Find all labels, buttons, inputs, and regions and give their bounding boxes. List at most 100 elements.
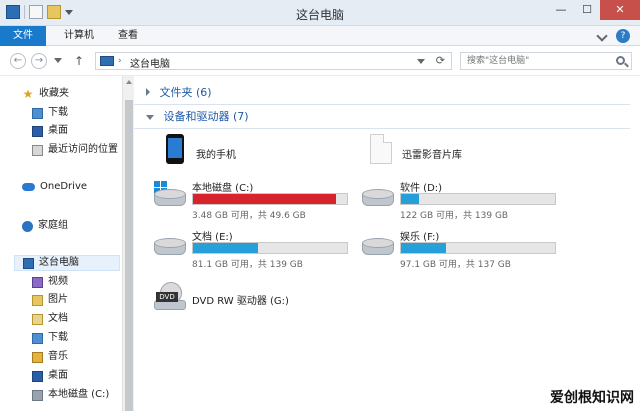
group-title: 设备和驱动器 (7) xyxy=(163,110,249,123)
search-input[interactable] xyxy=(467,53,615,69)
drive-space-info: 81.1 GB 可用，共 139 GB xyxy=(192,260,303,270)
desktop-icon xyxy=(32,125,43,137)
music-folder-icon xyxy=(32,351,43,363)
nav-item-local-disk-c[interactable]: 本地磁盘 (C:) xyxy=(32,387,109,403)
title-bar: 这台电脑 — ☐ ✕ xyxy=(0,0,640,26)
tab-view[interactable]: 查看 xyxy=(106,26,150,46)
recent-locations-dropdown-icon[interactable] xyxy=(54,58,62,63)
breadcrumb-separator[interactable]: › xyxy=(118,56,122,66)
drive-name: 软件 (D:) xyxy=(400,183,443,194)
address-dropdown-icon[interactable] xyxy=(417,59,425,64)
close-button[interactable]: ✕ xyxy=(600,0,640,20)
drive-usage-fill xyxy=(401,194,420,204)
computer-icon xyxy=(100,56,114,66)
desktop-icon xyxy=(32,370,43,382)
refresh-icon[interactable]: ⟳ xyxy=(436,54,445,67)
hard-drive-icon xyxy=(154,238,186,258)
drive-g-dvd[interactable]: DVD DVD RW 驱动器 (G:) xyxy=(154,282,394,310)
search-icon[interactable] xyxy=(616,56,625,65)
nav-item-downloads[interactable]: 下载 xyxy=(32,105,68,121)
nav-item-this-pc[interactable]: 这台电脑 xyxy=(14,255,120,271)
nav-label: 桌面 xyxy=(48,370,68,381)
item-label: DVD RW 驱动器 (G:) xyxy=(192,296,289,307)
nav-item-recent[interactable]: 最近访问的位置 xyxy=(32,142,118,158)
maximize-button[interactable]: ☐ xyxy=(574,0,600,20)
nav-item-desktop-2[interactable]: 桌面 xyxy=(32,368,68,384)
nav-label: 桌面 xyxy=(48,125,68,136)
pictures-folder-icon xyxy=(32,294,43,306)
search-box[interactable] xyxy=(460,52,632,70)
minimize-button[interactable]: — xyxy=(548,0,574,20)
drive-usage-bar xyxy=(400,242,556,254)
nav-item-videos[interactable]: 视频 xyxy=(32,274,68,290)
nav-label: 本地磁盘 (C:) xyxy=(48,389,110,400)
dvd-badge: DVD xyxy=(156,292,178,302)
device-item-phone[interactable]: 我的手机 xyxy=(158,134,358,164)
back-button[interactable]: ← xyxy=(10,53,26,69)
download-folder-icon xyxy=(32,332,43,344)
nav-label: 下载 xyxy=(48,107,68,118)
computer-icon xyxy=(23,257,34,269)
item-label: 迅雷影音片库 xyxy=(402,150,462,161)
help-icon[interactable]: ? xyxy=(616,29,630,43)
drive-e[interactable]: 文档 (E:) 81.1 GB 可用，共 139 GB xyxy=(154,228,374,270)
hard-drive-icon xyxy=(32,389,43,401)
recent-places-icon xyxy=(32,144,43,156)
hard-drive-icon xyxy=(154,181,186,209)
up-button[interactable]: ↑ xyxy=(74,54,84,68)
group-divider xyxy=(134,128,630,129)
scrollbar-thumb[interactable] xyxy=(125,100,133,411)
drive-usage-bar xyxy=(192,193,348,205)
nav-label: 文档 xyxy=(48,313,68,324)
group-header-folders[interactable]: 文件夹 (6) xyxy=(146,84,212,102)
group-divider xyxy=(134,104,630,105)
forward-button[interactable]: → xyxy=(31,53,47,69)
nav-label: 收藏夹 xyxy=(39,88,69,99)
watermark-text: 爱创根知识网 xyxy=(550,390,634,406)
document-icon xyxy=(364,134,396,164)
device-item-thunder-library[interactable]: 迅雷影音片库 xyxy=(364,134,564,164)
nav-item-downloads-2[interactable]: 下载 xyxy=(32,330,68,346)
tab-file[interactable]: 文件 xyxy=(0,26,46,46)
collapsed-arrow-icon[interactable] xyxy=(146,88,150,96)
nav-label: 家庭组 xyxy=(38,220,68,231)
drive-usage-fill xyxy=(401,243,446,253)
breadcrumb[interactable]: 这台电脑 xyxy=(130,55,170,70)
nav-label: OneDrive xyxy=(40,181,88,192)
tab-computer[interactable]: 计算机 xyxy=(52,26,106,46)
navigation-bar: ← → ↑ › 这台电脑 ⟳ xyxy=(0,46,640,76)
drive-c[interactable]: 本地磁盘 (C:) 3.48 GB 可用，共 49.6 GB xyxy=(154,179,374,221)
nav-label: 图片 xyxy=(48,294,68,305)
homegroup-icon xyxy=(22,220,33,232)
nav-item-onedrive[interactable]: OneDrive xyxy=(22,179,87,195)
documents-folder-icon xyxy=(32,313,43,325)
nav-item-desktop[interactable]: 桌面 xyxy=(32,123,68,139)
drive-usage-bar xyxy=(192,242,348,254)
hard-drive-icon xyxy=(362,189,394,209)
drive-d[interactable]: 软件 (D:) 122 GB 可用，共 139 GB xyxy=(362,179,582,221)
drive-f[interactable]: 娱乐 (F:) 97.1 GB 可用，共 137 GB xyxy=(362,228,582,270)
group-title: 文件夹 (6) xyxy=(159,86,212,99)
nav-favorites[interactable]: ★ 收藏夹 xyxy=(22,86,69,102)
group-header-devices[interactable]: 设备和驱动器 (7) xyxy=(146,108,249,126)
nav-item-pictures[interactable]: 图片 xyxy=(32,292,68,308)
drive-space-info: 97.1 GB 可用，共 137 GB xyxy=(400,260,511,270)
nav-label: 视频 xyxy=(48,276,68,287)
drive-space-info: 122 GB 可用，共 139 GB xyxy=(400,211,509,221)
scroll-up-icon[interactable] xyxy=(126,80,132,84)
nav-item-music[interactable]: 音乐 xyxy=(32,349,68,365)
phone-icon xyxy=(158,134,190,164)
nav-label: 这台电脑 xyxy=(39,257,79,268)
nav-label: 下载 xyxy=(48,332,68,343)
drive-usage-fill xyxy=(193,243,258,253)
download-folder-icon xyxy=(32,107,43,119)
star-icon: ★ xyxy=(22,87,34,101)
navigation-scrollbar[interactable] xyxy=(122,76,134,411)
expand-ribbon-icon[interactable] xyxy=(596,30,608,42)
nav-item-homegroup[interactable]: 家庭组 xyxy=(22,218,68,234)
address-bar[interactable]: › 这台电脑 ⟳ xyxy=(95,52,452,70)
onedrive-cloud-icon xyxy=(22,183,35,191)
expanded-arrow-icon[interactable] xyxy=(146,115,154,120)
drive-usage-bar xyxy=(400,193,556,205)
nav-item-documents[interactable]: 文档 xyxy=(32,311,68,327)
